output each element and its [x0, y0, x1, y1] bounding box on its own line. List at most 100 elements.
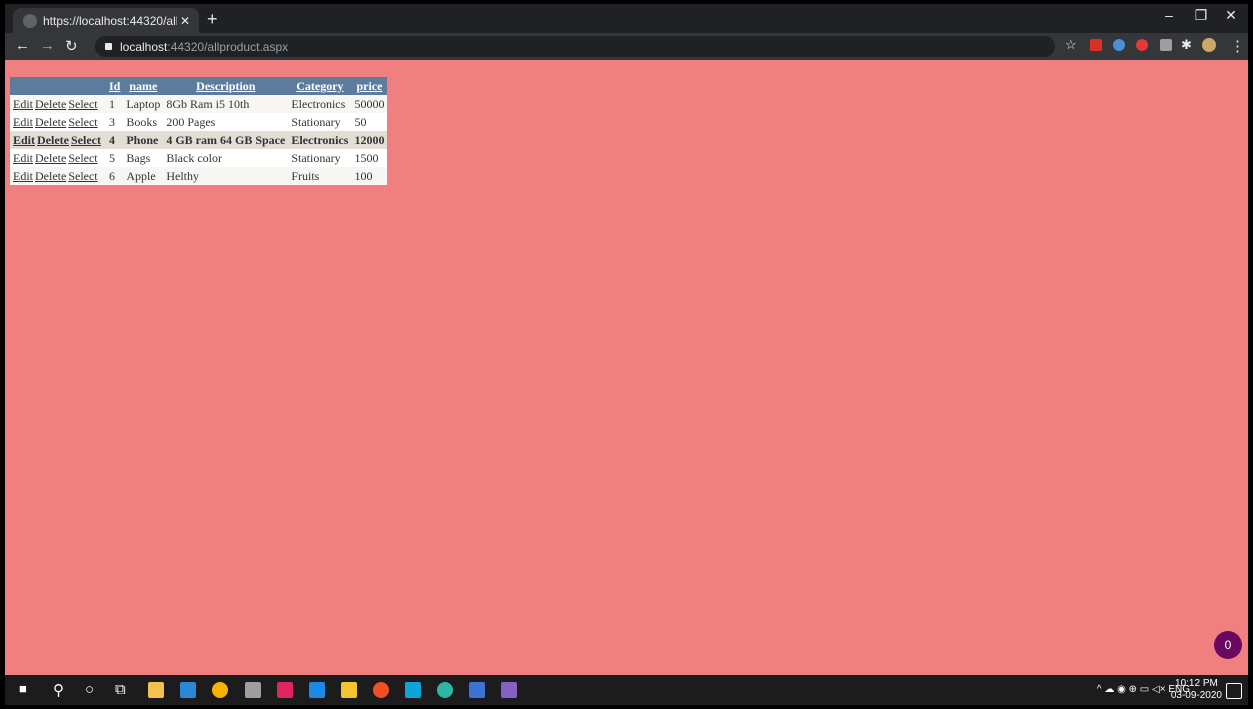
id-header[interactable]: Id	[105, 77, 124, 95]
id-cell: 1	[105, 95, 124, 113]
clock-time: 10:12 PM	[1175, 678, 1218, 689]
new-tab-button[interactable]: +	[207, 9, 218, 30]
task-view-icon[interactable]: ⧉	[115, 681, 126, 698]
address-bar[interactable]: localhost :44320/allproduct.aspx	[95, 36, 1055, 57]
select-link[interactable]: Select	[71, 133, 101, 147]
id-cell: 3	[105, 113, 124, 131]
windows-taskbar: ■ ⚲ ○ ⧉ ^ ☁ ◉ ⊕ ▭ ◁× ENG 10:12 PM 03-09-…	[5, 675, 1248, 705]
description-header[interactable]: Description	[163, 77, 289, 95]
extensions-puzzle-icon[interactable]: ✱	[1181, 37, 1192, 53]
reload-icon[interactable]: ↻	[65, 37, 78, 55]
edit-link[interactable]: Edit	[13, 133, 35, 147]
back-arrow-icon[interactable]: ←	[15, 37, 30, 54]
extension-icon[interactable]	[1160, 39, 1172, 51]
description-cell: 4 GB ram 64 GB Space	[163, 131, 289, 149]
tab-strip: https://localhost:44320/allproduc ✕ + – …	[5, 4, 1248, 33]
edit-link[interactable]: Edit	[13, 115, 33, 129]
extension-icon[interactable]	[1090, 39, 1102, 51]
category-cell: Electronics	[288, 131, 352, 149]
row-actions: Edit Delete Select	[10, 149, 106, 167]
row-actions: Edit Delete Select	[10, 131, 106, 149]
name-header[interactable]: name	[123, 77, 164, 95]
extension-icon[interactable]	[1113, 39, 1125, 51]
name-cell: Apple	[123, 167, 164, 185]
select-link[interactable]: Select	[68, 115, 97, 129]
price-cell: 1500	[351, 149, 388, 167]
app-icon[interactable]	[405, 682, 421, 698]
lock-icon	[105, 43, 112, 50]
menu-kebab-icon[interactable]: ⋮	[1230, 37, 1245, 55]
selected-table-row: Edit Delete Select 4 Phone 4 GB ram 64 GB …	[10, 131, 388, 149]
notification-badge[interactable]: 0	[1214, 631, 1242, 659]
select-link[interactable]: Select	[68, 151, 97, 165]
cortana-icon[interactable]: ○	[85, 681, 94, 698]
table-row: Edit Delete Select 6 Apple Helthy Fruits 1…	[10, 167, 388, 185]
adblock-icon[interactable]	[1136, 39, 1148, 51]
clock[interactable]: 10:12 PM 03-09-2020	[1171, 678, 1222, 702]
app-icon[interactable]	[373, 682, 389, 698]
forward-arrow-icon[interactable]: →	[40, 37, 55, 54]
browser-tab[interactable]: https://localhost:44320/allproduc ✕	[13, 8, 199, 33]
bookmark-star-icon[interactable]: ☆	[1065, 37, 1077, 53]
file-explorer-icon[interactable]	[341, 682, 357, 698]
url-path: :44320/allproduct.aspx	[167, 39, 289, 54]
name-cell: Phone	[123, 131, 164, 149]
windows-start-icon[interactable]: ■	[19, 681, 27, 696]
edit-link[interactable]: Edit	[13, 97, 33, 111]
browser-toolbar: ← → ↻ localhost :44320/allproduct.aspx ☆…	[5, 33, 1248, 60]
store-icon[interactable]	[148, 682, 164, 698]
delete-link[interactable]: Delete	[35, 115, 66, 129]
row-actions: Edit Delete Select	[10, 95, 106, 113]
delete-link[interactable]: Delete	[35, 151, 66, 165]
delete-link[interactable]: Delete	[35, 169, 66, 183]
action-center-icon[interactable]	[1226, 683, 1242, 699]
id-cell: 4	[105, 131, 124, 149]
app-icon[interactable]	[180, 682, 196, 698]
select-link[interactable]: Select	[68, 97, 97, 111]
minimize-button[interactable]: –	[1154, 7, 1184, 23]
mail-icon[interactable]	[309, 682, 325, 698]
table-row: Edit Delete Select 3 Books 200 Pages Stati…	[10, 113, 388, 131]
category-cell: Fruits	[288, 167, 352, 185]
description-cell: 8Gb Ram i5 10th	[163, 95, 289, 113]
name-cell: Bags	[123, 149, 164, 167]
category-header[interactable]: Category	[288, 77, 352, 95]
url-host: localhost	[120, 39, 168, 54]
category-cell: Electronics	[288, 95, 352, 113]
description-cell: Helthy	[163, 167, 289, 185]
close-window-button[interactable]: ✕	[1216, 7, 1246, 24]
search-icon[interactable]: ⚲	[53, 681, 64, 699]
actions-header	[10, 77, 106, 95]
name-cell: Books	[123, 113, 164, 131]
edge-icon[interactable]	[437, 682, 453, 698]
price-cell: 100	[351, 167, 388, 185]
delete-link[interactable]: Delete	[35, 97, 66, 111]
table-row: Edit Delete Select 5 Bags Black color Stat…	[10, 149, 388, 167]
price-cell: 50	[351, 113, 388, 131]
visual-studio-icon[interactable]	[501, 682, 517, 698]
category-cell: Stationary	[288, 149, 352, 167]
mcafee-icon[interactable]	[277, 682, 293, 698]
clock-date: 03-09-2020	[1170, 690, 1222, 701]
grid-header-row: Id name Description Category price	[10, 77, 388, 95]
row-actions: Edit Delete Select	[10, 113, 106, 131]
price-cell: 50000	[351, 95, 388, 113]
tab-title: https://localhost:44320/allproduc	[43, 13, 177, 28]
products-grid: Id name Description Category price Edit D…	[10, 77, 388, 185]
edit-link[interactable]: Edit	[13, 169, 33, 183]
tab-close-button[interactable]: ✕	[177, 14, 193, 28]
browser-window: https://localhost:44320/allproduc ✕ + – …	[5, 4, 1248, 705]
maximize-button[interactable]: ❐	[1186, 7, 1216, 24]
chrome-icon[interactable]	[212, 682, 228, 698]
delete-link[interactable]: Delete	[37, 133, 69, 147]
edit-link[interactable]: Edit	[13, 151, 33, 165]
description-cell: 200 Pages	[163, 113, 289, 131]
id-cell: 5	[105, 149, 124, 167]
profile-avatar[interactable]	[1202, 38, 1216, 52]
id-cell: 6	[105, 167, 124, 185]
price-header[interactable]: price	[351, 77, 388, 95]
app-icon[interactable]	[469, 682, 485, 698]
app-icon[interactable]	[245, 682, 261, 698]
select-link[interactable]: Select	[68, 169, 97, 183]
description-cell: Black color	[163, 149, 289, 167]
